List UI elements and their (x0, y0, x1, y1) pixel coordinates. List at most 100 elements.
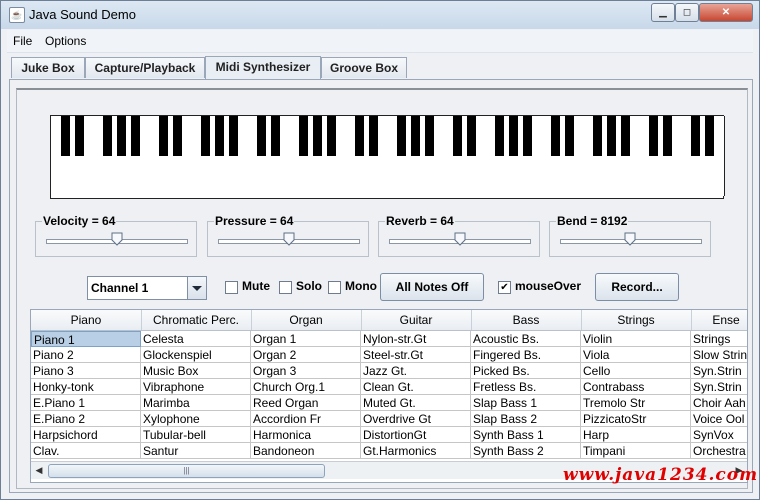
table-cell[interactable]: Clean Gt. (361, 379, 471, 395)
table-cell[interactable]: Piano 1 (31, 331, 141, 347)
reverb-slider-thumb[interactable] (454, 232, 466, 246)
table-cell[interactable]: Glockenspiel (141, 347, 251, 363)
black-key[interactable] (131, 116, 140, 156)
black-key[interactable] (327, 116, 336, 156)
table-cell[interactable]: Xylophone (141, 411, 251, 427)
black-key[interactable] (313, 116, 322, 156)
table-cell[interactable]: Synth Bass 2 (471, 443, 581, 459)
table-cell[interactable]: Music Box (141, 363, 251, 379)
scroll-thumb[interactable]: ||| (48, 464, 325, 478)
table-cell[interactable]: Harp (581, 427, 691, 443)
table-cell[interactable]: Picked Bs. (471, 363, 581, 379)
table-cell[interactable]: Synth Bass 1 (471, 427, 581, 443)
tab-juke-box[interactable]: Juke Box (11, 57, 85, 78)
table-cell[interactable]: Jazz Gt. (361, 363, 471, 379)
table-cell[interactable]: Harpsichord (31, 427, 141, 443)
column-header[interactable]: Organ (251, 310, 362, 330)
table-cell[interactable]: Slow Strin (691, 347, 747, 363)
table-cell[interactable]: Church Org.1 (251, 379, 361, 395)
close-button[interactable]: ✕ (699, 3, 753, 22)
table-cell[interactable]: Accordion Fr (251, 411, 361, 427)
bend-slider-thumb[interactable] (624, 232, 636, 246)
black-key[interactable] (355, 116, 364, 156)
black-key[interactable] (61, 116, 70, 156)
black-key[interactable] (565, 116, 574, 156)
mouseover-checkbox[interactable]: ✔ (498, 281, 511, 294)
table-cell[interactable]: Organ 1 (251, 331, 361, 347)
black-key[interactable] (271, 116, 280, 156)
table-cell[interactable]: Gt.Harmonics (361, 443, 471, 459)
table-cell[interactable]: Fretless Bs. (471, 379, 581, 395)
solo-checkbox[interactable] (279, 281, 292, 294)
table-cell[interactable]: Acoustic Bs. (471, 331, 581, 347)
table-cell[interactable]: Reed Organ (251, 395, 361, 411)
black-key[interactable] (159, 116, 168, 156)
black-key[interactable] (523, 116, 532, 156)
table-cell[interactable]: Slap Bass 2 (471, 411, 581, 427)
table-cell[interactable]: PizzicatoStr (581, 411, 691, 427)
velocity-slider-thumb[interactable] (111, 232, 123, 246)
column-header[interactable]: Guitar (361, 310, 472, 330)
table-cell[interactable]: Violin (581, 331, 691, 347)
column-header[interactable]: Piano (31, 310, 142, 330)
all-notes-off-button[interactable]: All Notes Off (380, 273, 484, 301)
black-key[interactable] (649, 116, 658, 156)
table-cell[interactable]: Tubular-bell (141, 427, 251, 443)
table-cell[interactable]: Strings (691, 331, 747, 347)
scroll-left-icon[interactable]: ◀ (31, 462, 47, 479)
chevron-down-icon[interactable] (187, 277, 206, 299)
black-key[interactable] (691, 116, 700, 156)
black-key[interactable] (397, 116, 406, 156)
tab-midi-synthesizer[interactable]: Midi Synthesizer (205, 56, 321, 79)
column-header[interactable]: Bass (471, 310, 582, 330)
table-cell[interactable]: DistortionGt (361, 427, 471, 443)
mono-checkbox[interactable] (328, 281, 341, 294)
black-key[interactable] (705, 116, 714, 156)
table-cell[interactable]: Vibraphone (141, 379, 251, 395)
menu-options[interactable]: Options (45, 34, 86, 48)
table-cell[interactable]: Fingered Bs. (471, 347, 581, 363)
table-cell[interactable]: Tremolo Str (581, 395, 691, 411)
table-cell[interactable]: Nylon-str.Gt (361, 331, 471, 347)
table-cell[interactable]: Timpani (581, 443, 691, 459)
table-cell[interactable]: Overdrive Gt (361, 411, 471, 427)
table-cell[interactable]: Slap Bass 1 (471, 395, 581, 411)
table-cell[interactable]: Muted Gt. (361, 395, 471, 411)
table-cell[interactable]: Contrabass (581, 379, 691, 395)
table-cell[interactable]: Celesta (141, 331, 251, 347)
black-key[interactable] (299, 116, 308, 156)
black-key[interactable] (117, 116, 126, 156)
column-header[interactable]: Ense (691, 310, 747, 330)
tab-capture-playback[interactable]: Capture/Playback (85, 57, 205, 78)
black-key[interactable] (229, 116, 238, 156)
piano-keyboard[interactable] (50, 115, 725, 199)
table-cell[interactable]: Orchestra (691, 443, 747, 459)
black-key[interactable] (257, 116, 266, 156)
table-cell[interactable]: E.Piano 1 (31, 395, 141, 411)
table-cell[interactable]: Choir Aah (691, 395, 747, 411)
table-cell[interactable]: Piano 2 (31, 347, 141, 363)
table-cell[interactable]: Piano 3 (31, 363, 141, 379)
pressure-slider-thumb[interactable] (283, 232, 295, 246)
channel-select[interactable]: Channel 1 (87, 276, 207, 300)
table-cell[interactable]: Honky-tonk (31, 379, 141, 395)
black-key[interactable] (201, 116, 210, 156)
table-cell[interactable]: Viola (581, 347, 691, 363)
black-key[interactable] (411, 116, 420, 156)
black-key[interactable] (551, 116, 560, 156)
black-key[interactable] (75, 116, 84, 156)
black-key[interactable] (369, 116, 378, 156)
maximize-button[interactable]: ◻ (675, 3, 699, 22)
table-cell[interactable]: Cello (581, 363, 691, 379)
black-key[interactable] (453, 116, 462, 156)
table-cell[interactable]: Harmonica (251, 427, 361, 443)
table-cell[interactable]: Syn.Strin (691, 363, 747, 379)
table-cell[interactable]: Steel-str.Gt (361, 347, 471, 363)
table-cell[interactable]: Clav. (31, 443, 141, 459)
black-key[interactable] (663, 116, 672, 156)
table-cell[interactable]: Syn.Strin (691, 379, 747, 395)
black-key[interactable] (593, 116, 602, 156)
table-cell[interactable]: SynVox (691, 427, 747, 443)
black-key[interactable] (173, 116, 182, 156)
table-cell[interactable]: Bandoneon (251, 443, 361, 459)
